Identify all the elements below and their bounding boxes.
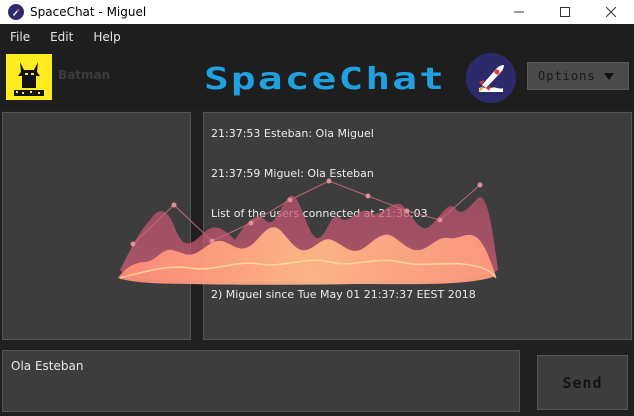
- menu-help[interactable]: Help: [83, 30, 130, 44]
- send-button-label: Send: [562, 373, 603, 392]
- menu-bar: File Edit Help: [0, 26, 634, 48]
- send-button[interactable]: Send: [537, 355, 628, 410]
- chat-message: List of the users connected at 21:38:03: [211, 207, 428, 220]
- options-dropdown[interactable]: Options: [527, 62, 629, 90]
- app-rocket-icon: [8, 4, 24, 20]
- menu-file[interactable]: File: [0, 30, 40, 44]
- maximize-button[interactable]: [542, 0, 588, 24]
- chat-message: 21:37:59 Miguel: Ola Esteban: [211, 167, 374, 180]
- chat-message: 2) Miguel since Tue May 01 21:37:37 EEST…: [211, 288, 476, 301]
- header-bar: Batman SpaceChat Options: [0, 48, 634, 108]
- maximize-icon: [560, 7, 570, 17]
- minimize-button[interactable]: [496, 0, 542, 24]
- message-input-value: Ola Esteban: [11, 359, 84, 373]
- chat-message: 1) Esteban since Tue May 01 21:37:25 EES…: [211, 248, 484, 261]
- caret-down-icon: [604, 73, 614, 80]
- spacechat-wordmark: SpaceChat: [204, 62, 446, 97]
- rocket-logo-icon: [466, 53, 516, 103]
- window-title: SpaceChat - Miguel: [30, 5, 147, 19]
- menu-edit[interactable]: Edit: [40, 30, 83, 44]
- options-label: Options: [538, 69, 596, 83]
- chat-log-panel[interactable]: 21:37:53 Esteban: Ola Miguel 21:37:59 Mi…: [203, 112, 632, 340]
- close-button[interactable]: [588, 0, 634, 24]
- users-list-panel[interactable]: [2, 112, 191, 340]
- message-input[interactable]: Ola Esteban: [2, 350, 520, 412]
- close-icon: [606, 7, 616, 17]
- title-bar: SpaceChat - Miguel: [0, 0, 634, 24]
- chat-message: 21:37:53 Esteban: Ola Miguel: [211, 127, 374, 140]
- svg-text:SpaceChat: SpaceChat: [204, 62, 446, 97]
- minimize-icon: [514, 11, 524, 13]
- batman-avatar: [6, 54, 52, 100]
- username-label: Batman: [58, 68, 111, 82]
